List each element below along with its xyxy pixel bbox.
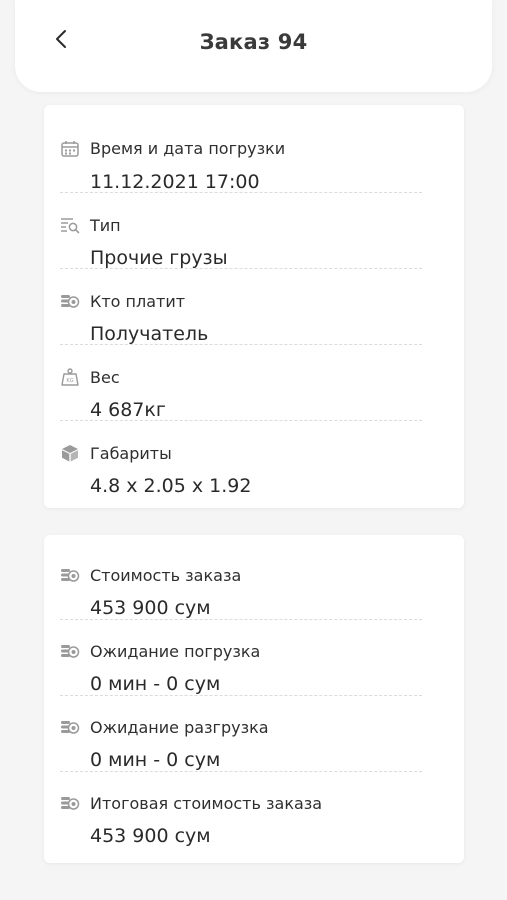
cost-value: 453 900 сум [90, 597, 211, 619]
detail-label: Кто платит [90, 292, 186, 311]
cost-value: 0 мин - 0 сум [90, 673, 221, 695]
detail-label: Вес [90, 368, 120, 387]
order-details-card: Время и дата погрузки 11.12.2021 17:00 Т… [44, 105, 464, 508]
detail-row-dimensions: Габариты 4.8 x 2.05 x 1.92 [60, 421, 422, 497]
cost-label: Ожидание разгрузка [90, 718, 269, 737]
weight-icon: KG [61, 368, 79, 386]
coins-icon [61, 797, 80, 810]
detail-value: Получатель [90, 323, 209, 345]
box-icon [62, 445, 78, 462]
detail-label: Габариты [90, 444, 172, 463]
detail-value: Прочие грузы [90, 247, 228, 269]
coins-icon [61, 569, 80, 582]
order-cost-card: Стоимость заказа 453 900 сум Ожидание по… [44, 535, 464, 863]
calendar-icon [61, 141, 79, 157]
detail-label: Время и дата погрузки [90, 139, 286, 158]
page-title: Заказ 94 [199, 30, 308, 54]
coins-icon [61, 295, 80, 308]
detail-value: 4.8 x 2.05 x 1.92 [90, 475, 252, 497]
cost-row-unloading-wait: Ожидание разгрузка 0 мин - 0 сум [60, 696, 422, 772]
header: Заказ 94 [15, 0, 492, 92]
detail-value: 11.12.2021 17:00 [90, 171, 260, 193]
cost-label: Итоговая стоимость заказа [90, 794, 323, 813]
detail-label: Тип [90, 216, 121, 235]
detail-value: 4 687кг [90, 399, 166, 421]
cost-value: 0 мин - 0 сум [90, 749, 221, 771]
cost-label: Стоимость заказа [90, 566, 242, 585]
detail-row-payer: Кто платит Получатель [60, 269, 422, 345]
cost-row-total: Итоговая стоимость заказа 453 900 сум [60, 772, 422, 847]
detail-row-loading-datetime: Время и дата погрузки 11.12.2021 17:00 [60, 115, 422, 193]
coins-icon [61, 645, 80, 658]
cost-label: Ожидание погрузка [90, 642, 261, 661]
svg-text:KG: KG [66, 378, 73, 384]
cost-value: 453 900 сум [90, 825, 211, 847]
list-search-icon [61, 218, 80, 234]
detail-row-weight: KG Вес 4 687кг [60, 345, 422, 421]
coins-icon [61, 721, 80, 734]
cost-row-loading-wait: Ожидание погрузка 0 мин - 0 сум [60, 620, 422, 696]
cost-row-order-cost: Стоимость заказа 453 900 сум [60, 544, 422, 620]
detail-row-type: Тип Прочие грузы [60, 193, 422, 269]
